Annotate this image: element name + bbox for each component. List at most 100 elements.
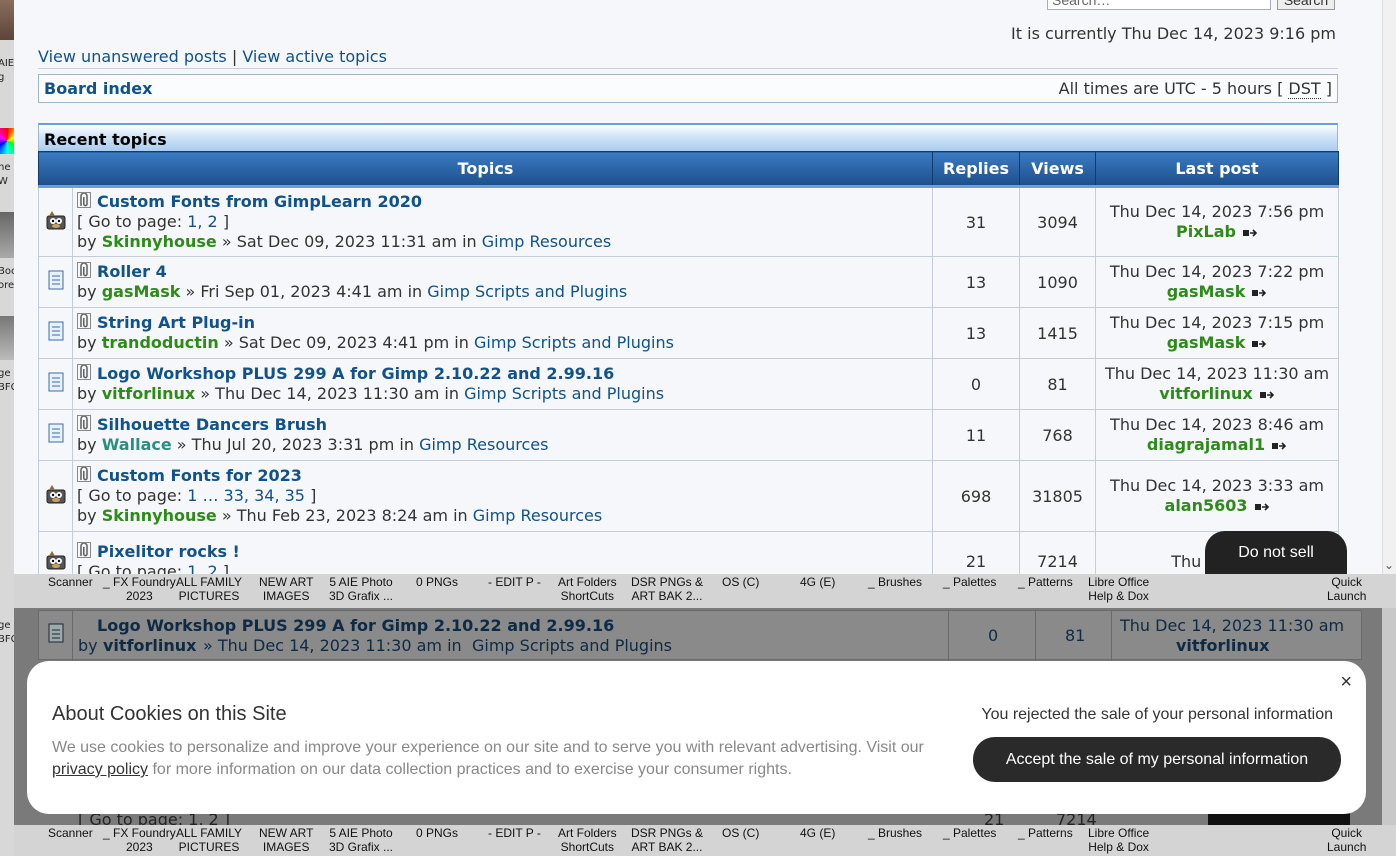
last-post-author-link[interactable]: vitforlinux	[1159, 384, 1252, 403]
topic-title-link[interactable]: Custom Fonts for 2023	[97, 466, 302, 485]
taskbar-shortcut[interactable]: 5 AIE Photo 3D Grafix ...	[329, 575, 393, 603]
go-to-last-post-icon[interactable]	[1259, 390, 1275, 400]
close-icon[interactable]: ×	[1340, 671, 1352, 694]
desktop-taskbar: Scanner _ FX Foundry 2023 ALL FAMILY PICTURE…	[14, 825, 1396, 856]
last-post-author-link[interactable]: gasMask	[1167, 282, 1246, 301]
search-button[interactable]: Search	[1277, 0, 1335, 10]
topic-title-link[interactable]: Custom Fonts from GimpLearn 2020	[97, 192, 422, 211]
taskbar-shortcut[interactable]: _ Patterns	[1018, 826, 1073, 840]
privacy-policy-link[interactable]: privacy policy	[52, 761, 148, 778]
current-time: It is currently Thu Dec 14, 2023 9:16 pm	[1011, 24, 1336, 43]
desktop-thumbnail[interactable]	[0, 212, 14, 258]
taskbar-shortcut[interactable]: Art Folders ShortCuts	[558, 826, 617, 854]
forum-link[interactable]: Gimp Resources	[482, 232, 611, 251]
topic-read-icon	[48, 321, 63, 341]
topic-title-link[interactable]: Silhouette Dancers Brush	[97, 415, 327, 434]
taskbar-shortcut[interactable]: 4G (E)	[800, 575, 835, 589]
taskbar-label: _ FX Foundry	[103, 575, 176, 589]
taskbar-shortcut[interactable]: 0 PNGs	[416, 826, 458, 840]
forum-link[interactable]: Gimp Resources	[473, 506, 602, 525]
forum-link[interactable]: Gimp Scripts and Plugins	[427, 282, 627, 301]
taskbar-shortcut[interactable]: DSR PNGs & ART BAK 2...	[631, 826, 703, 854]
do-not-sell-button[interactable]: Do not sell	[1205, 531, 1347, 574]
topic-cell: String Art Plug-in by trandoductin » Sat …	[71, 307, 934, 359]
go-to-last-post-icon[interactable]	[1254, 502, 1270, 512]
desktop-thumbnail[interactable]	[0, 0, 14, 40]
taskbar-shortcut[interactable]: _ FX Foundry 2023	[103, 575, 176, 603]
board-index-link[interactable]: Board index	[44, 79, 152, 98]
taskbar-shortcut[interactable]: Libre Office Help & Dox	[1088, 575, 1149, 603]
forum-link[interactable]: Gimp Scripts and Plugins	[474, 333, 674, 352]
taskbar-shortcut[interactable]: 5 AIE Photo 3D Grafix ...	[329, 826, 393, 854]
chevron-down-icon[interactable]: ⌄	[1384, 558, 1394, 572]
page-links[interactable]: 1 … 33, 34, 35	[187, 486, 305, 505]
taskbar-shortcut[interactable]: ALL FAMILY PICTURES	[176, 575, 242, 603]
topic-title-link[interactable]: String Art Plug-in	[97, 313, 255, 332]
taskbar-label: _ Patterns	[1018, 826, 1073, 840]
attachment-icon	[77, 313, 91, 329]
timezone-info: All times are UTC - 5 hours [ DST ]	[1059, 79, 1332, 99]
page-links[interactable]: 1, 2	[187, 562, 218, 575]
ghost-by: by	[78, 636, 98, 655]
taskbar-label: Libre Office	[1088, 575, 1150, 589]
taskbar-shortcut[interactable]: - EDIT P -	[488, 575, 541, 589]
taskbar-shortcut[interactable]: NEW ART IMAGES	[259, 575, 313, 603]
go-to-last-post-icon[interactable]	[1242, 228, 1258, 238]
goto-page-label: [ Go to page:	[77, 486, 183, 505]
taskbar-shortcut[interactable]: Scanner	[48, 575, 93, 589]
taskbar-label: Launch	[1327, 589, 1367, 603]
taskbar-label: - EDIT P -	[488, 826, 541, 840]
last-post-author-link[interactable]: PixLab	[1176, 222, 1236, 241]
taskbar-shortcut[interactable]: NEW ART IMAGES	[259, 826, 313, 854]
taskbar-shortcut[interactable]: Scanner	[48, 826, 93, 840]
go-to-last-post-icon[interactable]	[1251, 339, 1267, 349]
taskbar-shortcut[interactable]: DSR PNGs & ART BAK 2...	[631, 575, 703, 603]
table-header-row: Topics Replies Views Last post	[37, 151, 1340, 188]
topic-author-link[interactable]: Wallace	[102, 435, 172, 454]
view-unanswered-link[interactable]: View unanswered posts	[38, 47, 227, 66]
accept-sale-button[interactable]: Accept the sale of my personal informati…	[973, 737, 1341, 782]
topic-author-link[interactable]: Skinnyhouse	[102, 506, 217, 525]
taskbar-shortcut[interactable]: 4G (E)	[800, 826, 835, 840]
taskbar-shortcut[interactable]: _ Brushes	[868, 575, 922, 589]
topic-author-link[interactable]: gasMask	[102, 282, 181, 301]
desktop-thumbnail[interactable]	[0, 316, 14, 360]
taskbar-shortcut[interactable]: _ Brushes	[868, 826, 922, 840]
last-post-author-link[interactable]: alan5603	[1165, 496, 1248, 515]
go-to-last-post-icon[interactable]	[1251, 288, 1267, 298]
taskbar-shortcut[interactable]: Art Folders ShortCuts	[558, 575, 617, 603]
by-label: by	[77, 435, 97, 454]
vertical-scrollbar[interactable]: ⌄	[1382, 0, 1396, 574]
taskbar-shortcut[interactable]: - EDIT P -	[488, 826, 541, 840]
taskbar-shortcut[interactable]: Libre Office Help & Dox	[1088, 826, 1149, 854]
topic-author-link[interactable]: Skinnyhouse	[102, 232, 217, 251]
view-active-link[interactable]: View active topics	[242, 47, 387, 66]
taskbar-shortcut[interactable]: 0 PNGs	[416, 575, 458, 589]
topic-read-icon	[48, 372, 63, 392]
taskbar-shortcut[interactable]: _ Palettes	[943, 826, 996, 840]
topic-title-link[interactable]: Logo Workshop PLUS 299 A for Gimp 2.10.2…	[97, 364, 614, 383]
taskbar-shortcut[interactable]: OS (C)	[722, 575, 759, 589]
topic-author-link[interactable]: vitforlinux	[102, 384, 195, 403]
search-input[interactable]: Search…	[1047, 0, 1271, 10]
taskbar-shortcut[interactable]: _ FX Foundry 2023	[103, 826, 176, 854]
topic-title-link[interactable]: Roller 4	[97, 262, 167, 281]
page-links[interactable]: 1, 2	[187, 212, 218, 231]
last-post-author-link[interactable]: diagrajamal1	[1147, 435, 1265, 454]
taskbar-shortcut[interactable]: ALL FAMILY PICTURES	[176, 826, 242, 854]
taskbar-shortcut[interactable]: OS (C)	[722, 826, 759, 840]
taskbar-shortcut[interactable]: Quick Launch	[1327, 826, 1366, 854]
go-to-last-post-icon[interactable]	[1271, 441, 1287, 451]
forum-link[interactable]: Gimp Resources	[419, 435, 548, 454]
forum-link[interactable]: Gimp Scripts and Plugins	[464, 384, 664, 403]
topic-date: » Thu Jul 20, 2023 3:31 pm	[176, 435, 395, 454]
topic-author-link[interactable]: trandoductin	[102, 333, 219, 352]
desktop-thumbnail[interactable]	[0, 128, 14, 154]
taskbar-shortcut[interactable]: Quick Launch	[1327, 575, 1366, 603]
taskbar-shortcut[interactable]: _ Palettes	[943, 575, 996, 589]
ghost-forum: Gimp Scripts and Plugins	[472, 636, 672, 655]
topic-title-link[interactable]: Pixelitor rocks !	[97, 542, 240, 561]
taskbar-shortcut[interactable]: _ Patterns	[1018, 575, 1073, 589]
desktop-label: BFC	[0, 634, 14, 645]
last-post-author-link[interactable]: gasMask	[1167, 333, 1246, 352]
